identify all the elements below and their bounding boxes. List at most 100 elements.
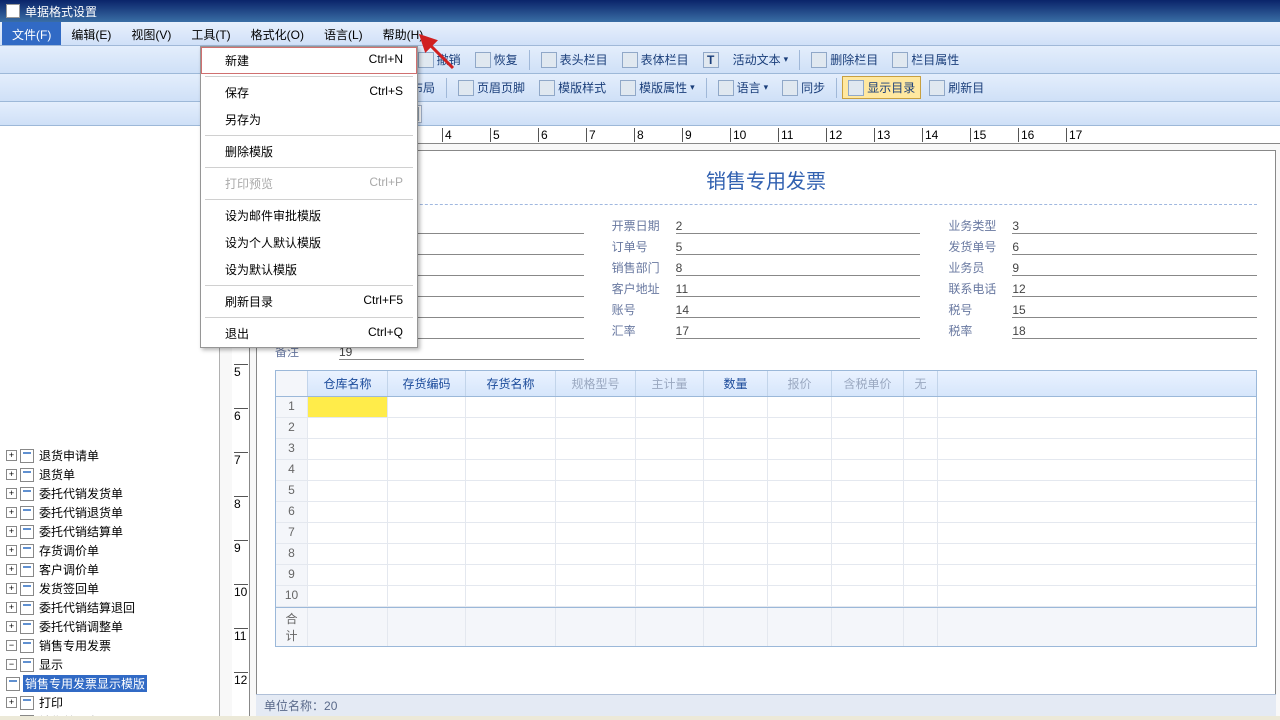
field-clerk[interactable]: 业务员9 bbox=[948, 259, 1257, 276]
field-invdate[interactable]: 开票日期2 bbox=[612, 217, 921, 234]
tplstyle-button[interactable]: 模版样式 bbox=[533, 76, 612, 99]
tplprop-icon bbox=[620, 80, 636, 96]
doc-title[interactable]: 销售专用发票 bbox=[275, 161, 1257, 205]
tree-item-display[interactable]: −显示 bbox=[6, 656, 219, 673]
grid-row[interactable]: 4 bbox=[276, 460, 1256, 481]
acttext-button[interactable]: 活动文本▾ bbox=[727, 48, 795, 71]
tree-item[interactable]: +委托代销退货单 bbox=[6, 504, 219, 521]
tplprop-button[interactable]: 模版属性▾ bbox=[614, 76, 701, 99]
text-icon: T bbox=[703, 52, 719, 68]
showdir-button[interactable]: 显示目录 bbox=[842, 76, 921, 99]
tree-item[interactable]: +委托代销调整单 bbox=[6, 618, 219, 635]
grid-header: 仓库名称 存货编码 存货名称 规格型号 主计量 数量 报价 含税单价 无 bbox=[276, 371, 1256, 397]
menu-setpersonal[interactable]: 设为个人默认模版 bbox=[201, 229, 417, 256]
grid-row[interactable]: 3 bbox=[276, 439, 1256, 460]
grid-row[interactable]: 6 bbox=[276, 502, 1256, 523]
menu-saveas[interactable]: 另存为 bbox=[201, 106, 417, 133]
field-acct[interactable]: 账号14 bbox=[612, 301, 921, 318]
tplstyle-icon bbox=[539, 80, 555, 96]
col-none[interactable]: 无 bbox=[904, 371, 938, 396]
colprop-icon bbox=[892, 52, 908, 68]
tree-item[interactable]: +委托代销发货单 bbox=[6, 485, 219, 502]
headerfooter-icon bbox=[458, 80, 474, 96]
grid-row[interactable]: 9 bbox=[276, 565, 1256, 586]
undo-button[interactable]: 撤销 bbox=[412, 48, 467, 71]
menu-refresh[interactable]: 刷新目录Ctrl+F5 bbox=[201, 288, 417, 315]
grid-row[interactable]: 1 bbox=[276, 397, 1256, 418]
tree-item-print[interactable]: +打印 bbox=[6, 694, 219, 711]
titlebar: 单据格式设置 bbox=[0, 0, 1280, 22]
tree-item[interactable]: +发货签回单 bbox=[6, 580, 219, 597]
field-addr[interactable]: 客户地址11 bbox=[612, 280, 921, 297]
menu-printpreview[interactable]: 打印预览Ctrl+P bbox=[201, 170, 417, 197]
bodycol-icon bbox=[622, 52, 638, 68]
headcol-button[interactable]: 表头栏目 bbox=[535, 48, 614, 71]
grid-row[interactable]: 10 bbox=[276, 586, 1256, 607]
delcol-button[interactable]: 删除栏目 bbox=[805, 48, 884, 71]
redo-button[interactable]: 恢复 bbox=[469, 48, 524, 71]
sync-button[interactable]: 同步 bbox=[776, 76, 831, 99]
sync-icon bbox=[782, 80, 798, 96]
menubar: 文件(F) 编辑(E) 视图(V) 工具(T) 格式化(O) 语言(L) 帮助(… bbox=[0, 22, 1280, 46]
undo-icon bbox=[418, 52, 434, 68]
headcol-icon bbox=[541, 52, 557, 68]
col-spec[interactable]: 规格型号 bbox=[556, 371, 636, 396]
field-orderno[interactable]: 订单号5 bbox=[612, 238, 921, 255]
menu-new[interactable]: 新建Ctrl+N bbox=[201, 47, 417, 74]
col-qty[interactable]: 数量 bbox=[704, 371, 768, 396]
field-shipno[interactable]: 发货单号6 bbox=[948, 238, 1257, 255]
field-taxrate[interactable]: 税率18 bbox=[948, 322, 1257, 339]
col-price[interactable]: 报价 bbox=[768, 371, 832, 396]
file-menu-dropdown: 新建Ctrl+N 保存Ctrl+S 另存为 删除模版 打印预览Ctrl+P 设为… bbox=[200, 46, 418, 348]
tree-item[interactable]: +存货调价单 bbox=[6, 542, 219, 559]
col-taxprice[interactable]: 含税单价 bbox=[832, 371, 904, 396]
menu-setmail[interactable]: 设为邮件审批模版 bbox=[201, 202, 417, 229]
headerfooter-button[interactable]: 页眉页脚 bbox=[452, 76, 531, 99]
colprop-button[interactable]: 栏目属性 bbox=[886, 48, 965, 71]
field-dept[interactable]: 销售部门8 bbox=[612, 259, 921, 276]
menu-save[interactable]: 保存Ctrl+S bbox=[201, 79, 417, 106]
bodycol-button[interactable]: 表体栏目 bbox=[616, 48, 695, 71]
menu-format[interactable]: 格式化(O) bbox=[241, 22, 314, 45]
menu-deltpl[interactable]: 删除模版 bbox=[201, 138, 417, 165]
field-tel[interactable]: 联系电话12 bbox=[948, 280, 1257, 297]
col-code[interactable]: 存货编码 bbox=[388, 371, 466, 396]
menu-lang[interactable]: 语言(L) bbox=[314, 22, 373, 45]
globe-icon bbox=[718, 80, 734, 96]
text-tool-button[interactable]: T bbox=[697, 49, 725, 71]
refresh-icon bbox=[929, 80, 945, 96]
field-rate[interactable]: 汇率17 bbox=[612, 322, 921, 339]
col-warehouse[interactable]: 仓库名称 bbox=[308, 371, 388, 396]
lang-button[interactable]: 语言▾ bbox=[712, 76, 775, 99]
redo-icon bbox=[475, 52, 491, 68]
grid-row[interactable]: 2 bbox=[276, 418, 1256, 439]
field-taxno[interactable]: 税号15 bbox=[948, 301, 1257, 318]
menu-setdefault[interactable]: 设为默认模版 bbox=[201, 256, 417, 283]
app-icon bbox=[6, 4, 20, 18]
field-biztype[interactable]: 业务类型3 bbox=[948, 217, 1257, 234]
toolbar-3: ▾ bbox=[0, 102, 1280, 126]
template-tree[interactable]: +退货申请单 +退货单 +委托代销发货单 +委托代销退货单 +委托代销结算单 +… bbox=[0, 126, 220, 716]
menu-exit[interactable]: 退出Ctrl+Q bbox=[201, 320, 417, 347]
tree-item-selected[interactable]: 销售专用发票显示模版 bbox=[6, 675, 219, 692]
tree-item[interactable]: +销售普通发票 bbox=[6, 713, 219, 716]
tree-item[interactable]: +退货申请单 bbox=[6, 447, 219, 464]
tree-item[interactable]: +客户调价单 bbox=[6, 561, 219, 578]
menu-edit[interactable]: 编辑(E) bbox=[61, 22, 121, 45]
toolbar-1: 恢复 预览 保存▾ 撤销 恢复 表头栏目 表体栏目 T 活动文本▾ 删除栏目 栏… bbox=[0, 46, 1280, 74]
refreshdir-button[interactable]: 刷新目 bbox=[923, 76, 990, 99]
menu-file[interactable]: 文件(F) bbox=[2, 22, 61, 45]
col-name[interactable]: 存货名称 bbox=[466, 371, 556, 396]
grid-row[interactable]: 8 bbox=[276, 544, 1256, 565]
tree-item[interactable]: +委托代销结算单 bbox=[6, 523, 219, 540]
tree-item[interactable]: +退货单 bbox=[6, 466, 219, 483]
col-unit[interactable]: 主计量 bbox=[636, 371, 704, 396]
menu-view[interactable]: 视图(V) bbox=[121, 22, 181, 45]
detail-grid[interactable]: 仓库名称 存货编码 存货名称 规格型号 主计量 数量 报价 含税单价 无 123… bbox=[275, 370, 1257, 647]
tree-item-expanded[interactable]: −销售专用发票 bbox=[6, 637, 219, 654]
grid-row[interactable]: 7 bbox=[276, 523, 1256, 544]
tree-item[interactable]: +委托代销结算退回 bbox=[6, 599, 219, 616]
menu-help[interactable]: 帮助(H) bbox=[373, 22, 434, 45]
menu-tool[interactable]: 工具(T) bbox=[181, 22, 240, 45]
grid-row[interactable]: 5 bbox=[276, 481, 1256, 502]
